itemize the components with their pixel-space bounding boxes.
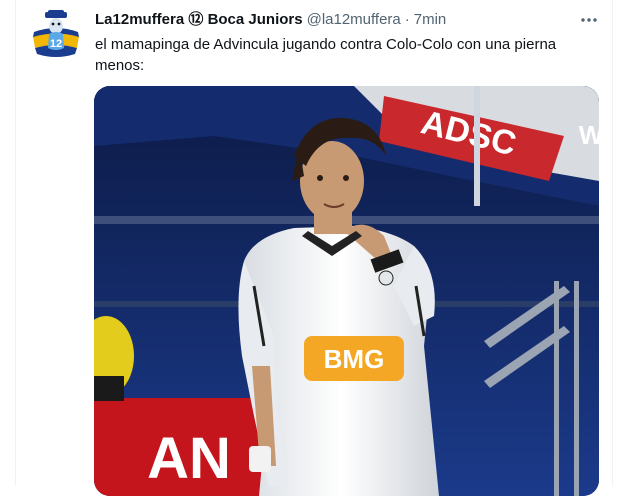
ad-board-text: AN xyxy=(147,426,231,491)
stadium-side-letter: W xyxy=(579,120,599,150)
author-display-name[interactable]: La12muffera ⑫ Boca Juniors xyxy=(95,10,303,30)
tweet-timestamp[interactable]: 7min xyxy=(414,10,447,30)
author-name: La12muffera xyxy=(95,11,185,28)
tweet-media[interactable]: ADSC W AN BMG xyxy=(94,86,599,496)
more-options-button[interactable] xyxy=(578,10,600,30)
media-video-frame: ADSC W AN BMG xyxy=(94,86,599,496)
tweet-text: el mamapinga de Advincula jugando contra… xyxy=(95,36,557,74)
timeline-border-right xyxy=(612,0,613,486)
author-emoji: ⑫ xyxy=(188,11,204,28)
author-affiliation: Boca Juniors xyxy=(207,11,303,28)
author-handle[interactable]: @la12muffera xyxy=(307,10,401,30)
avatar-mascot-icon: 12 xyxy=(31,8,81,58)
avatar[interactable]: 12 xyxy=(31,8,81,58)
tweet-header: La12muffera ⑫ Boca Juniors @la12muffera … xyxy=(95,10,600,30)
more-horizontal-icon xyxy=(581,18,597,22)
header-separator: · xyxy=(404,11,410,28)
avatar-label: 12 xyxy=(50,38,62,50)
tweet[interactable]: 12 La12muffera ⑫ Boca Juniors @la12muffe… xyxy=(16,0,612,496)
jersey-sponsor-text: BMG xyxy=(324,344,385,374)
